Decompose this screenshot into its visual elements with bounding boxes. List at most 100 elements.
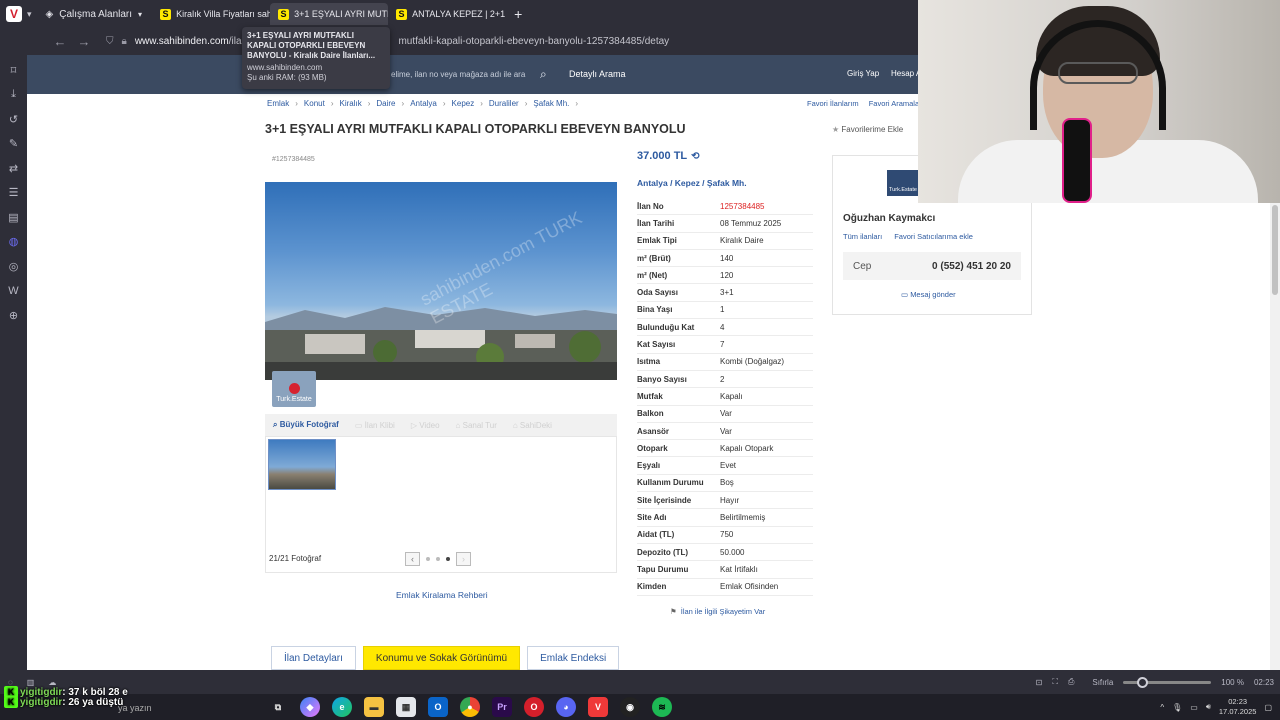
- phone-label: Cep: [853, 260, 872, 272]
- tab-clip[interactable]: ▭ İlan Klibi: [355, 421, 395, 430]
- add-panel-icon[interactable]: ⊕: [0, 303, 27, 328]
- favorite-listings-link[interactable]: Favori İlanlarım: [807, 99, 859, 108]
- back-icon[interactable]: ←: [48, 34, 72, 49]
- tab-villa[interactable]: S Kiralık Villa Fiyatları sahibin: [152, 3, 270, 25]
- tab-big-photo-label: Büyük Fotoğraf: [279, 420, 339, 429]
- glasses-icon: [1058, 62, 1138, 84]
- breadcrumb-item[interactable]: Kepez: [452, 99, 475, 108]
- send-message-label: Mesaj gönder: [910, 290, 956, 299]
- register-link[interactable]: Hesap A: [891, 69, 921, 78]
- notifications-icon[interactable]: ▢: [1264, 703, 1272, 712]
- workspaces-button[interactable]: ◈ Çalışma Alanları ▾: [46, 9, 143, 20]
- discord-icon[interactable]: ◕: [556, 697, 576, 717]
- breadcrumb-item[interactable]: Konut: [304, 99, 325, 108]
- phone-number[interactable]: 0 (552) 451 20 20: [932, 261, 1011, 272]
- prev-page-button[interactable]: ‹: [405, 552, 420, 566]
- tab-listing-details[interactable]: İlan Detayları: [271, 646, 356, 670]
- vivaldi-menu-icon[interactable]: V: [6, 6, 22, 22]
- network-icon[interactable]: ▭: [1190, 703, 1198, 712]
- premiere-icon[interactable]: Pr: [492, 697, 512, 717]
- zoom-slider[interactable]: [1123, 676, 1212, 688]
- new-tab-icon[interactable]: +: [514, 6, 522, 22]
- clock[interactable]: 02:23 17.07.2025: [1219, 697, 1257, 717]
- bookmarks-icon[interactable]: ⌑: [0, 58, 27, 83]
- zoom-slider-knob[interactable]: [1137, 676, 1149, 688]
- opera-icon[interactable]: O: [524, 697, 544, 717]
- breadcrumb-item[interactable]: Emlak: [267, 99, 289, 108]
- complaint-link[interactable]: ⚑ İlan ile İlgili Şikayetim Var: [670, 607, 765, 616]
- reading-list-icon[interactable]: ☰: [0, 181, 27, 206]
- microphone-tray-icon[interactable]: 🎙︎: [1172, 703, 1182, 712]
- page-dot-active[interactable]: [446, 557, 450, 561]
- copilot-icon[interactable]: ◆: [300, 697, 320, 717]
- photo-thumbnail[interactable]: [268, 439, 336, 490]
- forward-icon[interactable]: →: [72, 34, 96, 49]
- notes-icon[interactable]: ✎: [0, 132, 27, 157]
- breadcrumb-item[interactable]: Daire: [376, 99, 395, 108]
- mastodon-icon[interactable]: ◍: [0, 230, 27, 255]
- search-icon[interactable]: ⌕: [540, 67, 547, 82]
- edge-icon[interactable]: e: [332, 697, 352, 717]
- breadcrumb: Emlak › Konut › Kiralık › Daire › Antalya › K…: [267, 99, 578, 108]
- taskbar-apps: ⧉ ◆ e ▬ ▦ O ● Pr O ◕ V ◉ ≋: [268, 697, 672, 717]
- location[interactable]: Antalya / Kepez / Şafak Mh.: [637, 178, 747, 188]
- history-icon[interactable]: ↺: [0, 107, 27, 132]
- vivaldi-icon[interactable]: V: [588, 697, 608, 717]
- obs-icon[interactable]: ◉: [620, 697, 640, 717]
- task-view-icon[interactable]: ⧉: [268, 697, 288, 717]
- page-dot[interactable]: [426, 557, 430, 561]
- breadcrumb-item[interactable]: Antalya: [410, 99, 437, 108]
- tab-location-street-view[interactable]: Konumu ve Sokak Görünümü: [362, 646, 521, 670]
- all-listings-link[interactable]: Tüm ilanları: [843, 232, 882, 241]
- tab-big-photo[interactable]: ⌕ Büyük Fotoğraf: [273, 420, 339, 430]
- detailed-search-link[interactable]: Detaylı Arama: [569, 69, 626, 79]
- tab-clip-label: İlan Klibi: [364, 420, 395, 430]
- send-message-link[interactable]: ▭ Mesaj gönder: [901, 290, 956, 299]
- add-favorite-button[interactable]: ★ Favorilerime Ekle: [832, 125, 903, 134]
- web-panel-icon[interactable]: ◎: [0, 254, 27, 279]
- volume-icon[interactable]: 🔊︎: [1206, 702, 1211, 712]
- page-actions-icon[interactable]: ⛶: [1052, 677, 1058, 687]
- reader-icon[interactable]: ⎙: [1068, 677, 1074, 687]
- screenshot-icon[interactable]: ⊡: [1036, 678, 1043, 687]
- tab-video[interactable]: ▷ Video: [411, 421, 440, 430]
- tab-real-estate-index[interactable]: Emlak Endeksi: [527, 646, 620, 670]
- detail-row: Otopark Kapalı Otopark: [637, 440, 813, 458]
- breadcrumb-item[interactable]: Şafak Mh.: [533, 99, 569, 108]
- building: [515, 334, 555, 348]
- breadcrumb-separator: ›: [524, 99, 528, 108]
- photo-count: 21/21 Fotoğraf: [269, 554, 322, 563]
- price-history-icon[interactable]: ⟲: [691, 151, 699, 162]
- rent-guide-link[interactable]: Emlak Kiralama Rehberi: [396, 590, 488, 600]
- detail-row: Kimden Emlak Ofisinden: [637, 579, 813, 596]
- store-icon[interactable]: ▦: [396, 697, 416, 717]
- breadcrumb-item[interactable]: Duraliler: [489, 99, 519, 108]
- chevron-down-icon[interactable]: ▾: [27, 9, 32, 20]
- spotify-icon[interactable]: ≋: [652, 697, 672, 717]
- tab-virtual-tour[interactable]: ⌂ Sanal Tur: [456, 421, 497, 430]
- breadcrumb-item[interactable]: Kiralık: [339, 99, 361, 108]
- favorite-searches-link[interactable]: Favori Aramalar: [869, 99, 922, 108]
- page-dot[interactable]: [436, 557, 440, 561]
- chat-username: yigitigdir: [20, 697, 63, 708]
- login-link[interactable]: Giriş Yap: [847, 69, 879, 78]
- translate-icon[interactable]: ⇄: [0, 156, 27, 181]
- seller-logo[interactable]: Turk.Estate: [887, 170, 919, 196]
- tab-antalya-kepez[interactable]: S ANTALYA KEPEZ | 2+1 KİRA: [388, 3, 506, 25]
- window-panel-icon[interactable]: ▤: [0, 205, 27, 230]
- next-page-button[interactable]: ›: [456, 552, 471, 566]
- tray-chevron-icon[interactable]: ^: [1160, 703, 1164, 712]
- site-search-input[interactable]: elime, ilan no veya mağaza adı ile ara: [382, 63, 560, 86]
- favorite-seller-link[interactable]: Favori Satıcılarıma ekle: [894, 232, 973, 241]
- main-photo[interactable]: sahibinden.com TURK ESTATE: [265, 182, 617, 380]
- downloads-icon[interactable]: ⤓: [0, 83, 27, 108]
- layers-icon: ◈: [45, 8, 54, 20]
- scrollbar-thumb[interactable]: [1272, 205, 1278, 295]
- chrome-icon[interactable]: ●: [460, 697, 480, 717]
- file-explorer-icon[interactable]: ▬: [364, 697, 384, 717]
- zoom-reset[interactable]: Sıfırla: [1092, 678, 1113, 687]
- outlook-icon[interactable]: O: [428, 697, 448, 717]
- wikipedia-icon[interactable]: W: [0, 279, 27, 304]
- tab-current-listing[interactable]: S 3+1 EŞYALI AYRI MUTFAKLI: [270, 3, 389, 25]
- tab-sahideki[interactable]: ⌂ SahiDeki: [513, 421, 552, 430]
